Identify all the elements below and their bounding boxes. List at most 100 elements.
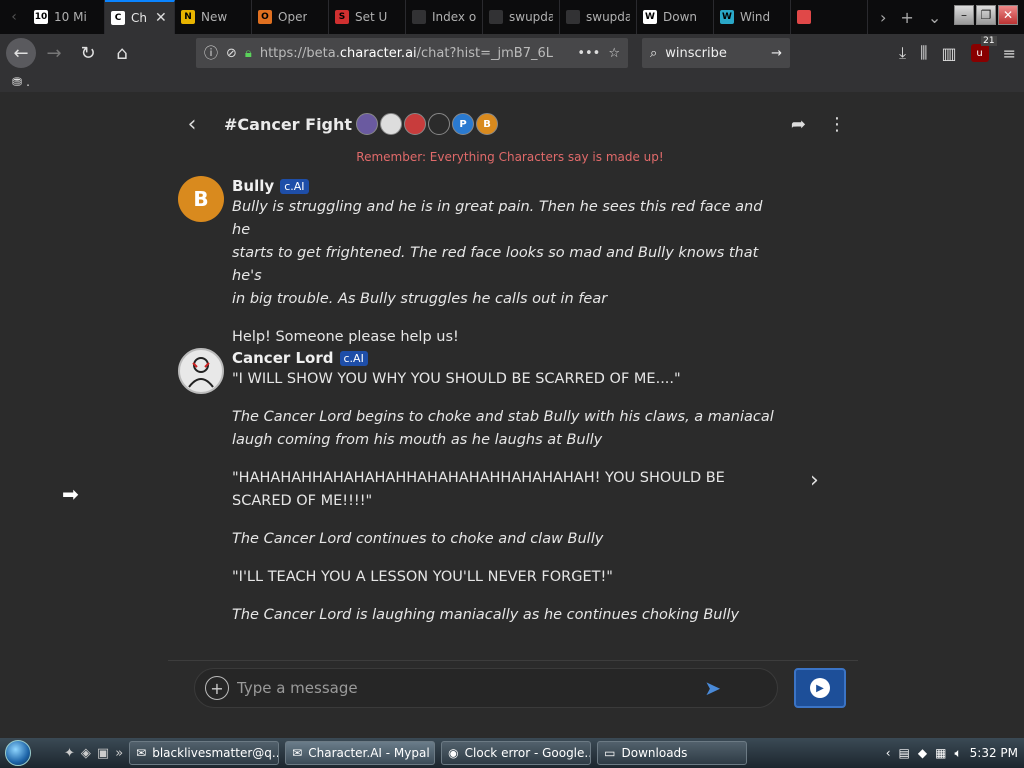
search-query[interactable]: winscribe	[665, 46, 763, 61]
browser-tab[interactable]: swupdat	[483, 0, 560, 34]
member-avatar[interactable]: P	[452, 113, 475, 135]
library-icon[interactable]: ⫼	[920, 43, 927, 63]
browser-tab[interactable]	[791, 0, 868, 34]
author-name[interactable]: Cancer Lord	[232, 349, 334, 367]
clock[interactable]: 5:32 PM	[970, 746, 1018, 760]
send-icon[interactable]: ➤	[704, 676, 721, 700]
browser-tab[interactable]: O Oper	[252, 0, 329, 34]
tab-strip: ‹ 10 10 Mi C Ch ✕ N New O Oper S Set U Index of / sw…	[0, 0, 1024, 34]
permissions-icon[interactable]: ⊘	[226, 46, 237, 61]
browser-tab[interactable]: W Down	[637, 0, 714, 34]
new-tab-icon[interactable]: +	[900, 8, 913, 27]
quicklaunch-more-icon[interactable]: »	[115, 746, 123, 761]
tray-expand-icon[interactable]: ‹	[886, 746, 891, 760]
downloads-icon[interactable]: ⤓	[899, 43, 906, 63]
tab-list-icon[interactable]: ⌄	[928, 8, 941, 27]
reload-button[interactable]: ↻	[72, 37, 104, 69]
mypal-icon: ✉	[292, 746, 303, 760]
tray-icon-2[interactable]: ◆	[918, 746, 927, 760]
cai-badge: c.AI	[280, 178, 309, 194]
windows-logo-icon	[5, 740, 31, 766]
taskbar-item[interactable]: ▭ Downloads	[597, 741, 748, 765]
info-icon[interactable]: ⓘ	[204, 43, 218, 63]
search-bar[interactable]: ⌕ winscribe →	[642, 38, 790, 68]
taskbar-item[interactable]: ✉ blacklivesmatter@q...	[129, 741, 280, 765]
tab-title: 10 Mi	[54, 10, 87, 24]
member-avatar[interactable]	[356, 113, 379, 135]
tab-favicon-icon: W	[643, 10, 657, 24]
message-line: The Cancer Lord continues to choke and c…	[232, 531, 604, 547]
message-input[interactable]	[237, 679, 697, 697]
tab-title: Set U	[355, 10, 388, 24]
tab-title: Down	[663, 10, 698, 24]
volume-icon[interactable]: 🔈︎	[954, 746, 961, 761]
quicklaunch-icon-2[interactable]: ◈	[81, 746, 91, 761]
tab-favicon-icon: O	[258, 10, 272, 24]
chat-page: ‹ #Cancer Fight PB ➦ ⋮ Remember: Everyth…	[0, 92, 1024, 738]
cai-badge: c.AI	[339, 350, 368, 366]
chat-title: #Cancer Fight	[224, 114, 353, 134]
chrome-icon: ◉	[448, 746, 459, 760]
taskbar-item[interactable]: ◉ Clock error - Google...	[441, 741, 592, 765]
add-attachment-icon[interactable]: +	[205, 676, 229, 700]
sidebar-icon[interactable]: ▥	[941, 44, 956, 63]
close-window-button[interactable]: ✕	[998, 5, 1018, 25]
ublock-icon[interactable]: u 21	[970, 36, 997, 62]
minimize-button[interactable]: –	[954, 5, 974, 25]
browser-tab[interactable]: S Set U	[329, 0, 406, 34]
member-avatars: PB	[356, 113, 499, 135]
member-avatar[interactable]	[404, 113, 427, 135]
tab-title: New	[201, 10, 228, 24]
bookmark-icon[interactable]: ⛃	[12, 75, 22, 89]
menu-icon[interactable]: ≡	[1003, 44, 1016, 63]
browser-tab[interactable]: swupdate	[560, 0, 637, 34]
search-go-icon[interactable]: →	[771, 46, 782, 61]
tray-icon-1[interactable]: ▤	[899, 746, 910, 760]
avatar[interactable]	[178, 348, 224, 394]
lock-icon: 🔒︎	[244, 45, 252, 61]
next-response-icon[interactable]: ›	[810, 468, 819, 493]
home-button[interactable]: ⌂	[106, 37, 138, 69]
tab-scroll-right-icon[interactable]: ›	[880, 8, 886, 27]
member-avatar[interactable]	[428, 113, 451, 135]
message-line: laugh coming from his mouth as he laughs…	[232, 432, 603, 448]
network-icon[interactable]: ▦	[935, 746, 946, 760]
tab-favicon-icon: C	[111, 11, 125, 25]
taskbar-item[interactable]: ✉ Character.AI - Mypal	[285, 741, 436, 765]
bookmark-label[interactable]: .	[26, 75, 30, 89]
author-name[interactable]: Bully	[232, 177, 274, 195]
message-line: The Cancer Lord is laughing maniacally a…	[232, 607, 740, 623]
message-line: Bully is struggling and he is in great p…	[232, 199, 763, 238]
back-button[interactable]: ←	[6, 38, 36, 68]
share-icon[interactable]: ➦	[791, 114, 806, 135]
chat-back-icon[interactable]: ‹	[170, 112, 214, 137]
quicklaunch-icon-3[interactable]: ▣	[97, 746, 109, 761]
browser-tab[interactable]: W Wind	[714, 0, 791, 34]
member-avatar[interactable]: B	[476, 113, 499, 135]
browser-tab[interactable]: N New	[175, 0, 252, 34]
tab-title: Oper	[278, 10, 308, 24]
quicklaunch-icon-1[interactable]: ✦	[64, 746, 75, 761]
browser-tab[interactable]: 10 10 Mi	[28, 0, 105, 34]
mouse-cursor-icon: ➡	[62, 482, 79, 506]
start-button[interactable]	[0, 738, 36, 768]
continue-button[interactable]: ▶	[794, 668, 846, 708]
bookmark-star-icon[interactable]: ☆	[608, 46, 620, 61]
tab-scroll-left-icon[interactable]: ‹	[0, 0, 28, 34]
tab-favicon-icon: S	[335, 10, 349, 24]
page-actions-icon[interactable]: •••	[577, 46, 600, 61]
message-line: starts to get frightened. The red face l…	[232, 245, 759, 284]
browser-tab[interactable]: C Ch ✕	[105, 0, 175, 34]
member-avatar[interactable]	[380, 113, 403, 135]
avatar[interactable]: B	[178, 176, 224, 222]
restore-button[interactable]: ❐	[976, 5, 996, 25]
url-bar[interactable]: ⓘ ⊘ 🔒︎ https://beta.character.ai/chat?hi…	[196, 38, 628, 68]
browser-tab[interactable]: Index of /	[406, 0, 483, 34]
chat-header: ‹ #Cancer Fight PB ➦ ⋮	[170, 104, 860, 144]
play-icon: ▶	[810, 678, 830, 698]
close-tab-icon[interactable]: ✕	[155, 10, 167, 26]
more-options-icon[interactable]: ⋮	[828, 114, 846, 135]
forward-button[interactable]: →	[38, 37, 70, 69]
url-text[interactable]: https://beta.character.ai/chat?hist=_jmB…	[260, 46, 570, 61]
ublock-count: 21	[981, 36, 997, 46]
